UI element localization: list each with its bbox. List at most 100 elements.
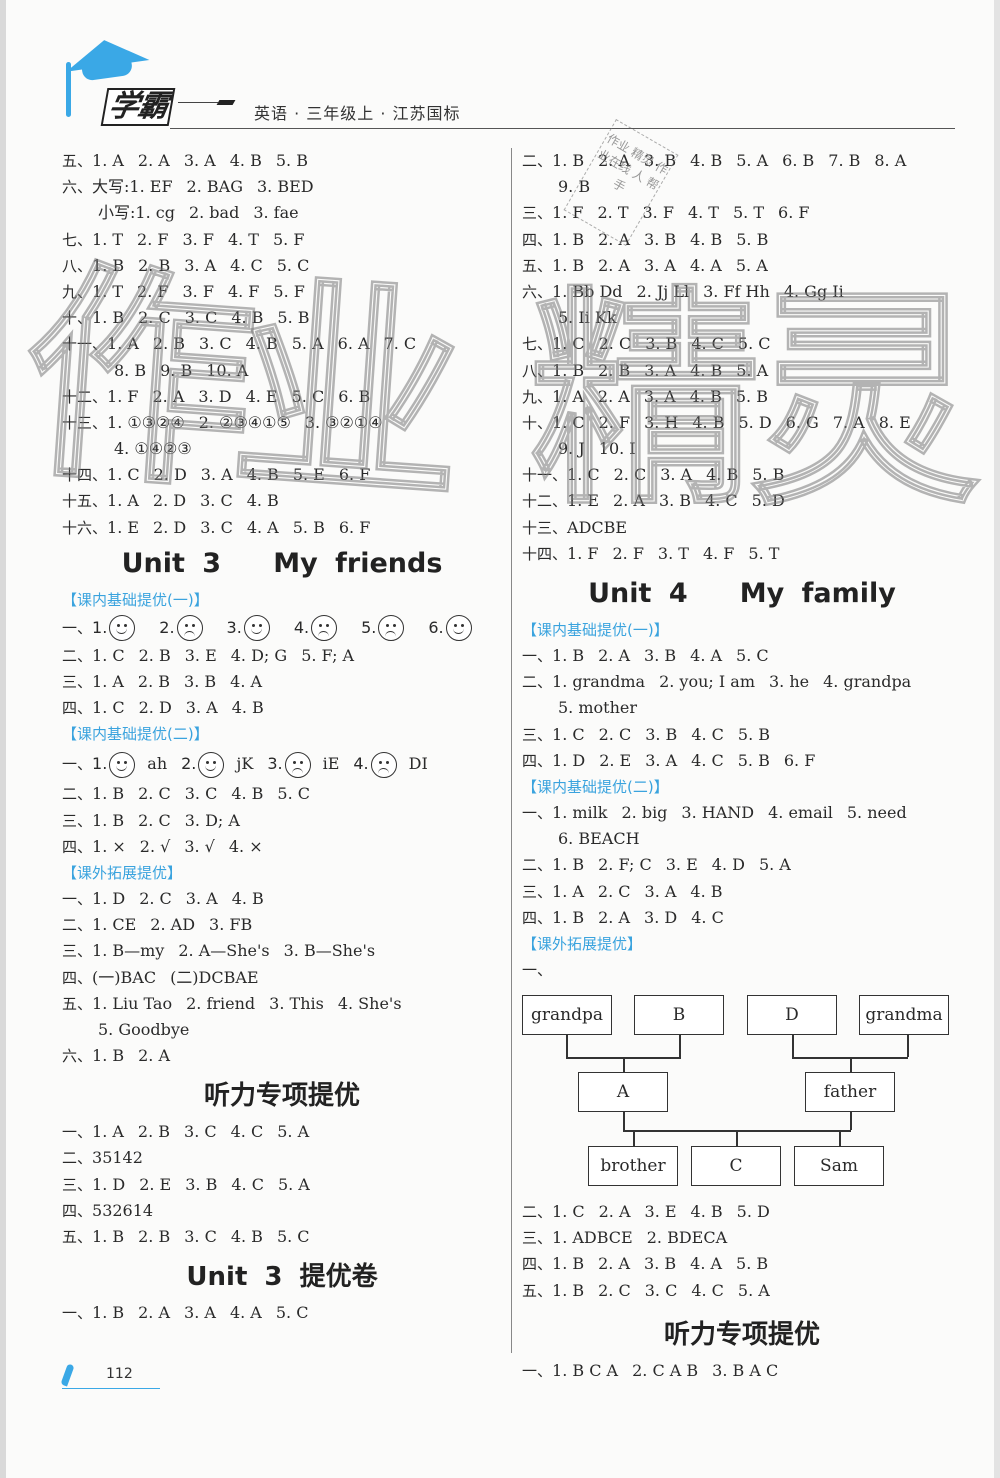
answer-item: 2. B	[598, 360, 631, 380]
question-number: 八、	[522, 361, 553, 380]
answer-item: 3. T	[657, 543, 689, 563]
answer-item: 5. F	[273, 281, 305, 301]
answer-item: 5. A	[758, 855, 791, 875]
answer-item: 3. B—She's	[283, 941, 376, 961]
answer-item: 2. C	[138, 308, 171, 328]
sad-face-icon	[311, 615, 338, 642]
answer-item: 1. E	[567, 491, 600, 511]
answer-line: 十三、ADCBE	[522, 515, 962, 541]
answer-item: 1. ①③②④	[107, 412, 185, 432]
answer-item: 3. D; A	[184, 810, 240, 830]
answer-line: 三、1. D 2. E 3. B 4. C 5. A	[62, 1172, 502, 1198]
answer-item: 2. A	[138, 1303, 171, 1323]
listening-title: 听力专项提优	[203, 1081, 360, 1112]
question-number: 三、	[522, 204, 553, 223]
answer-item: 6. A	[337, 334, 370, 354]
question-number: 四、	[62, 1201, 93, 1220]
question-number: 一、	[62, 755, 93, 774]
answer-item: 1. ADBCE	[552, 1228, 633, 1248]
question-number: 十三、	[522, 518, 568, 537]
answer-item: 1. C	[552, 724, 585, 744]
answer-line: 二、1. B 2. F; C 3. E 4. D 5. A	[522, 852, 962, 878]
answer-item: 5. B	[277, 308, 310, 328]
answer-item: 4. B	[246, 491, 279, 511]
answer-item: 5. T	[732, 203, 765, 223]
question-number: 二、	[522, 856, 553, 875]
answer-line: 十、1. B 2. C 3. C 4. B 5. B	[62, 305, 502, 331]
answer-item: 4. email	[768, 802, 833, 822]
answer-item: 5. need	[846, 802, 907, 822]
answer-line: 一、1. B 2. A 3. A 4. A 5. C	[62, 1300, 502, 1326]
tree-edge	[623, 1057, 625, 1073]
answer-item: 1. D	[552, 750, 586, 770]
answer-item: 2. BAG	[186, 177, 243, 197]
tree-node-a: A	[578, 1072, 668, 1113]
answer-item: 2. B	[137, 1122, 171, 1142]
faces-answer-line: 一、1. 2. 3. 4. 5. 6.	[62, 613, 502, 643]
answer-line: 5. Ii Kk	[522, 305, 962, 331]
answer-item: (一)BAC	[92, 967, 157, 987]
answer-text: iE	[322, 754, 340, 774]
answer-item: 3. √	[184, 836, 215, 856]
answer-item: 5. B	[752, 465, 785, 485]
answer-item: 5. D	[751, 491, 785, 511]
answer-item: 1. F	[567, 543, 599, 563]
answer-item: 2. F	[612, 543, 644, 563]
tree-edge	[850, 1112, 852, 1131]
answer-item: 1. C	[92, 698, 125, 718]
answer-item: 3. C	[200, 491, 233, 511]
answer-item: 1. B	[552, 151, 585, 170]
question-number: 四、	[62, 837, 93, 856]
answer-item: 6. F	[783, 750, 816, 770]
answer-line: 一、1. milk 2. big 3. HAND 4. email 5. need	[522, 800, 962, 826]
answer-item: 3. B	[645, 724, 678, 744]
answer-item: 5. A	[277, 1174, 310, 1194]
answer-item: 3. A	[645, 750, 678, 770]
answer-line: 三、1. A 2. C 3. A 4. B	[522, 879, 962, 905]
answer-block: 五、1. A 2. A 3. A 4. B 5. B 六、大写:1. EF 2. BAG 3.…	[62, 148, 502, 541]
question-number: 九、	[522, 387, 553, 406]
question-number: 五、	[522, 256, 553, 275]
answer-item: 3. A	[185, 698, 218, 718]
answer-number: 6.	[428, 617, 444, 637]
answer-item: 4. T	[687, 203, 719, 223]
answer-block: 一、1. A 2. B 3. C 4. C 5. A 二、35142 三、1. D 2. E 3…	[62, 1119, 502, 1250]
answer-item: 2. C	[598, 334, 632, 354]
answer-line: 六、大写:1. EF 2. BAG 3. BED	[62, 174, 502, 200]
answer-line: 四、532614	[62, 1198, 502, 1224]
page-footer: 112	[60, 1362, 162, 1392]
answer-line: 八、1. B 2. B 3. A 4. B 5. A	[522, 358, 962, 384]
question-number: 一、	[522, 803, 553, 822]
section-tag: 【课外拓展提优】	[522, 934, 643, 953]
answer-item: 3. E	[665, 855, 698, 875]
answer-item: 1. B	[92, 1303, 125, 1323]
answer-item: 4. ×	[228, 836, 263, 856]
right-column: 二、1. B 2. A 3. B 4. B 5. A 6. B 7. B 8. A 9. B 三、…	[522, 148, 962, 1384]
footer-rule	[62, 1388, 160, 1389]
question-number: 三、	[522, 882, 553, 901]
answer-item: 4. B	[245, 334, 278, 354]
answer-item: 3. A	[660, 465, 693, 485]
answer-item: 1. B	[552, 907, 585, 927]
answer-item: 5. C	[276, 1227, 310, 1246]
answer-line: 二、1. CE 2. AD 3. FB	[62, 912, 502, 938]
answer-item: 4. C	[230, 1122, 264, 1142]
answer-item: 3. B	[645, 334, 678, 354]
question-number: 三、	[62, 942, 93, 961]
answer-item: 5. mother	[558, 698, 638, 718]
answer-line: 一、1. A 2. B 3. C 4. C 5. A	[62, 1119, 502, 1145]
answer-line: 十六、1. E 2. D 3. C 4. A 5. B 6. F	[62, 515, 502, 541]
answer-line: 五、1. B 2. B 3. C 4. B 5. C	[62, 1224, 502, 1250]
answer-item: 4. D	[711, 855, 745, 875]
book-title: 英语 · 三年级上 · 江苏国标	[254, 104, 461, 123]
answer-item: 1. B	[92, 784, 125, 804]
answer-item: 1. A	[552, 881, 584, 901]
answer-block: 二、1. B 2. C 3. C 4. B 5. C 三、1. B 2. C 3. D; A四…	[62, 781, 502, 860]
page-number: 112	[106, 1366, 133, 1382]
answer-item: 2. BDECA	[646, 1228, 728, 1248]
answer-item: 2. A	[138, 1046, 171, 1066]
answer-line: 二、35142	[62, 1145, 502, 1171]
answer-text: ah	[147, 754, 168, 774]
answer-item: 2. A	[137, 151, 170, 170]
answer-item: 1. A	[107, 334, 139, 354]
